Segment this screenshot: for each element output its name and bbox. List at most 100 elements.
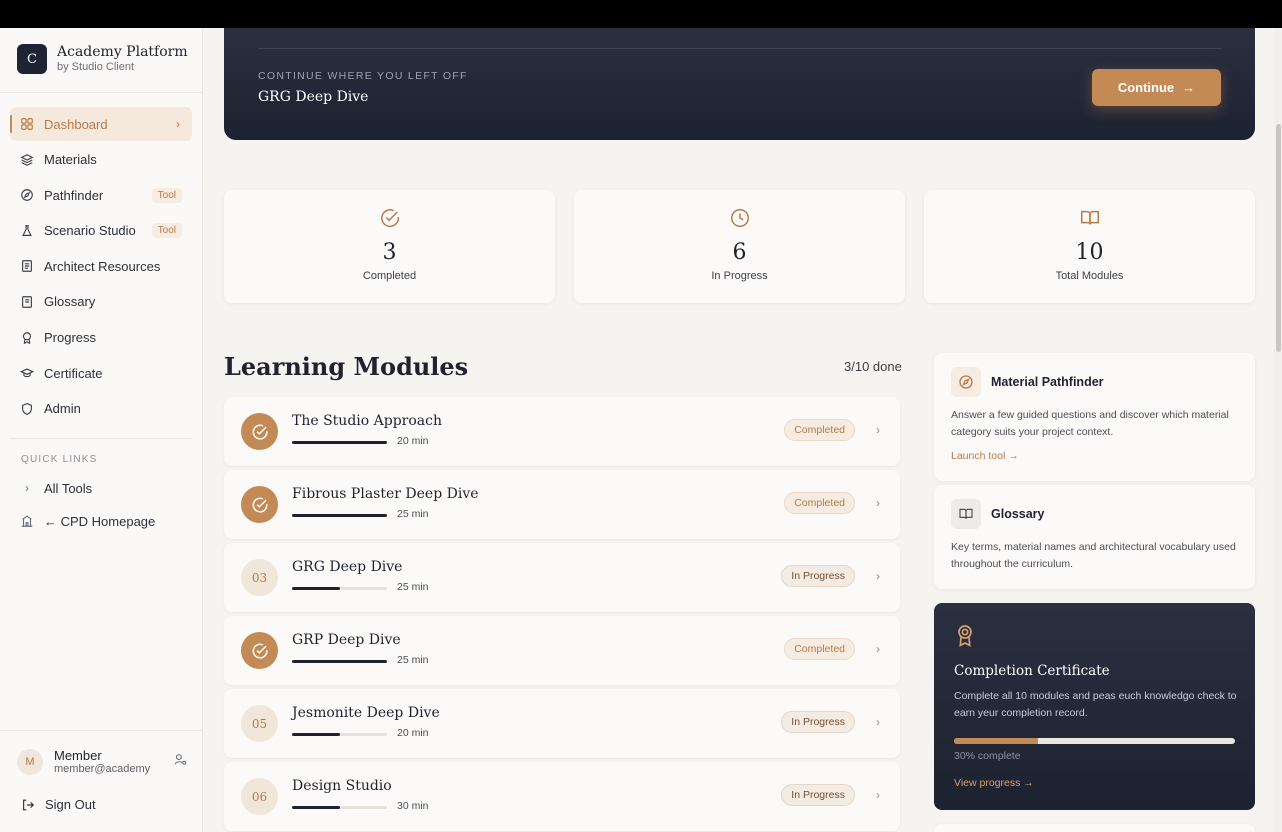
sidebar-item-admin[interactable]: Admin	[10, 392, 192, 426]
module-progress-fill	[292, 660, 387, 663]
module-title: Design Studio	[292, 778, 392, 794]
sidebar-divider	[10, 438, 192, 439]
quick-link-cpd-homepage[interactable]: ← CPD Homepage	[20, 511, 155, 531]
module-title: Jesmonite Deep Dive	[292, 705, 440, 721]
module-row[interactable]: 06 Design Studio 30 min In Progress ›	[224, 762, 900, 831]
continue-banner: CONTINUE WHERE YOU LEFT OFF GRG Deep Div…	[224, 28, 1255, 140]
tool-title: Material Pathfinder	[991, 375, 1104, 389]
user-name: Member	[54, 748, 102, 763]
window-top-bar	[0, 0, 1282, 28]
sidebar-item-architect-resources[interactable]: Architect Resources	[10, 249, 192, 283]
avatar: M	[17, 749, 43, 775]
module-row[interactable]: 05 Jesmonite Deep Dive 20 min In Progres…	[224, 689, 900, 758]
sidebar-item-label: Pathfinder	[44, 187, 104, 203]
logout-icon	[21, 798, 35, 812]
book-open-icon	[951, 499, 981, 529]
certificate-progress-fill	[954, 738, 1039, 744]
module-number: 06	[241, 778, 278, 815]
sign-out-button[interactable]: Sign Out	[21, 797, 96, 812]
sidebar-item-progress[interactable]: Progress	[10, 321, 192, 355]
quick-links-title: QUICK LINKS	[21, 454, 98, 465]
tool-description: Answer a few guided questions and discov…	[951, 409, 1229, 438]
stat-value: 10	[1075, 240, 1104, 265]
stat-value: 3	[382, 240, 397, 265]
check-circle-icon	[380, 209, 399, 228]
certificate-progress-bar	[954, 738, 1235, 744]
status-badge: In Progress	[781, 784, 855, 806]
module-duration: 25 min	[397, 581, 429, 593]
certificate-progress-label: 30% complete	[954, 750, 1021, 762]
hero-divider	[258, 48, 1221, 49]
next-card-partial	[934, 824, 1255, 832]
module-progress-bar	[292, 806, 387, 809]
notebook-icon	[20, 295, 34, 309]
stat-label: In Progress	[711, 270, 768, 282]
sidebar: C Academy Platform by Studio Client Dash…	[0, 28, 203, 832]
brand-logo: C	[17, 44, 47, 74]
module-row[interactable]: Fibrous Plaster Deep Dive 25 min Complet…	[224, 470, 900, 539]
sidebar-item-scenario-studio[interactable]: Scenario Studio Tool	[10, 214, 192, 248]
sign-out-label: Sign Out	[45, 797, 96, 812]
hero-module-title: GRG Deep Dive	[258, 89, 369, 105]
completion-certificate-card: Completion Certificate Complete all 10 m…	[934, 603, 1255, 810]
status-badge: Completed	[784, 638, 855, 660]
module-row[interactable]: The Studio Approach 20 min Completed ›	[224, 397, 900, 466]
module-progress-bar	[292, 733, 387, 736]
sidebar-item-dashboard[interactable]: Dashboard ›	[10, 107, 192, 141]
certificate-description: Complete all 10 modules and peas euch kn…	[954, 690, 1237, 719]
sidebar-divider	[0, 730, 203, 731]
module-row[interactable]: 03 GRG Deep Dive 25 min In Progress ›	[224, 543, 900, 612]
user-profile[interactable]: M Member member@academy	[17, 748, 187, 776]
stat-card-completed: 3 Completed	[224, 190, 555, 303]
modules-done-count: 3/10 done	[844, 359, 902, 374]
module-progress-bar	[292, 514, 387, 517]
user-settings-icon[interactable]	[174, 753, 187, 771]
sidebar-nav: Dashboard › Materials Pathfinder Tool Sc…	[10, 107, 192, 427]
module-duration: 25 min	[397, 508, 429, 520]
sidebar-item-materials[interactable]: Materials	[10, 143, 192, 177]
view-progress-link[interactable]: View progress →	[954, 777, 1034, 789]
stat-label: Total Modules	[1055, 270, 1124, 282]
continue-button[interactable]: Continue →	[1092, 69, 1221, 106]
chevron-right-icon: ›	[876, 569, 880, 583]
document-icon	[20, 259, 34, 273]
sidebar-item-label: Scenario Studio	[44, 223, 136, 239]
stat-card-total-modules: 10 Total Modules	[924, 190, 1255, 303]
chevron-right-icon: ›	[876, 788, 880, 802]
layers-icon	[20, 153, 34, 167]
learning-modules-heading: Learning Modules	[224, 352, 469, 381]
sidebar-item-label: Materials	[44, 152, 97, 168]
book-open-icon	[1080, 210, 1099, 225]
sidebar-item-certificate[interactable]: Certificate	[10, 356, 192, 390]
module-row[interactable]: GRP Deep Dive 25 min Completed ›	[224, 616, 900, 685]
certificate-title: Completion Certificate	[954, 663, 1110, 679]
module-title: GRG Deep Dive	[292, 559, 403, 575]
pathfinder-card[interactable]: Material Pathfinder Answer a few guided …	[934, 353, 1255, 481]
tool-description: Key terms, material names and architectu…	[951, 541, 1236, 570]
brand-subtitle: by Studio Client	[57, 61, 135, 73]
award-icon	[20, 331, 34, 345]
launch-tool-link[interactable]: Launch tool →	[951, 450, 1019, 462]
module-complete-badge	[241, 632, 278, 669]
brand[interactable]: C Academy Platform by Studio Client	[17, 44, 188, 74]
module-duration: 25 min	[397, 654, 429, 666]
award-icon	[954, 624, 976, 653]
status-badge: Completed	[784, 419, 855, 441]
flask-icon	[20, 224, 34, 238]
check-circle-icon	[252, 497, 268, 513]
quick-link-all-tools[interactable]: › All Tools	[20, 478, 92, 498]
glossary-card[interactable]: Glossary Key terms, material names and a…	[934, 485, 1255, 589]
sidebar-item-glossary[interactable]: Glossary	[10, 285, 192, 319]
check-circle-icon	[252, 424, 268, 440]
brand-title: Academy Platform	[57, 44, 188, 60]
scrollbar-thumb[interactable]	[1276, 124, 1281, 352]
tool-badge: Tool	[151, 223, 182, 239]
sidebar-item-label: Architect Resources	[44, 258, 161, 274]
sidebar-item-pathfinder[interactable]: Pathfinder Tool	[10, 178, 192, 212]
status-badge: Completed	[784, 492, 855, 514]
chevron-right-icon: ›	[876, 642, 880, 656]
stat-card-in-progress: 6 In Progress	[574, 190, 905, 303]
sidebar-item-label: Progress	[44, 330, 97, 346]
sidebar-item-label: Dashboard	[44, 116, 108, 132]
grid-icon	[20, 117, 34, 131]
